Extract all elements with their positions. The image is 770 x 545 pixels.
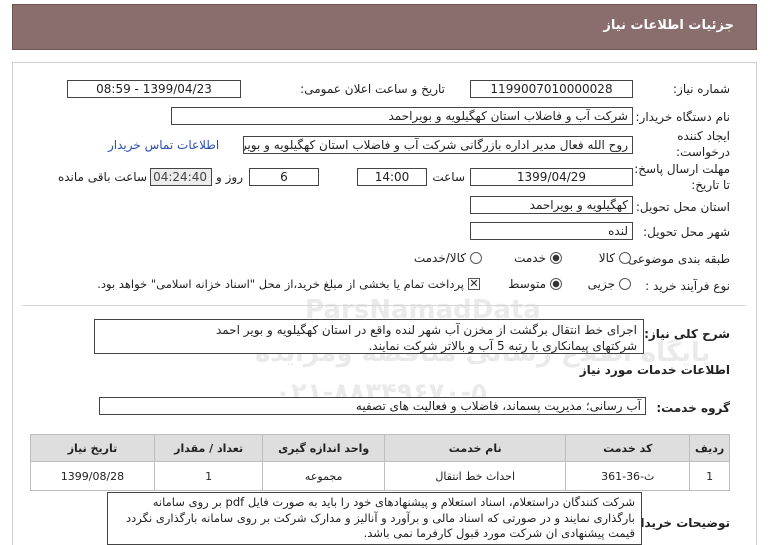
col-header-row-number: ردیف: [689, 434, 730, 462]
buyer-org-field: شرکت آب و فاضلاب استان کهگیلویه و بویراح…: [171, 107, 633, 125]
announce-date-field: 1399/04/23 - 08:59: [67, 80, 241, 98]
services-section-title: اطلاعات خدمات مورد نیاز: [579, 363, 730, 377]
remaining-days-label: روز و: [216, 170, 243, 184]
category-radio-goods-service[interactable]: [470, 252, 482, 264]
col-header-need-date: تاریخ نیاز: [30, 434, 155, 462]
service-group-label: گروه خدمت:: [656, 401, 730, 415]
province-field: کهگیلویه و بویراحمد: [470, 196, 633, 214]
buyer-org-label: نام دستگاه خریدار:: [635, 110, 731, 124]
cell-need-date: 1399/08/28: [30, 461, 155, 491]
buyer-notes-label: توضیحات خریدار:: [628, 516, 730, 530]
process-type-label: نوع فرآیند خرید :: [645, 279, 730, 293]
cell-unit: مجموعه: [262, 461, 386, 491]
deadline-label-line2: تا تاریخ:: [691, 178, 730, 192]
cell-row-number: 1: [689, 461, 730, 491]
cell-service-name: احداث خط انتقال: [384, 461, 567, 491]
category-label: طبقه بندی موضوعی:: [623, 252, 730, 266]
category-radio-goods[interactable]: [619, 252, 631, 264]
buyer-notes-field: شرکت کنندگان دراستعلام، اسناد استعلام و …: [107, 492, 642, 545]
category-radio-service[interactable]: [550, 252, 562, 264]
city-label: شهر محل تحویل:: [643, 225, 730, 239]
services-table: ردیف کد خدمت نام خدمت واحد اندازه گیری ت…: [30, 434, 730, 491]
summary-field: اجرای خط انتقال برگشت از مخزن آب شهر لند…: [94, 319, 644, 354]
remaining-days-field: 6: [249, 168, 319, 186]
process-option-medium: متوسط: [508, 277, 546, 291]
divider: [22, 305, 746, 306]
city-field: لنده: [470, 222, 633, 240]
service-group-field: آب رسانی؛ مدیریت پسماند، فاضلاب و فعالیت…: [99, 397, 646, 415]
table-row: 1 ث-36-361 احداث خط انتقال مجموعه 1 1399…: [30, 461, 730, 491]
col-header-service-code: کد خدمت: [565, 434, 691, 462]
deadline-time-label: ساعت: [432, 170, 465, 184]
creator-label-line2: درخواست:: [676, 145, 730, 159]
need-number-field: 1199007010000028: [470, 80, 633, 98]
process-radio-medium[interactable]: [550, 278, 562, 290]
cell-quantity: 1: [153, 461, 264, 491]
creator-label-line1: ایجاد کننده: [677, 129, 730, 143]
category-option-goods-service: کالا/خدمت: [413, 251, 466, 265]
table-header-row: ردیف کد خدمت نام خدمت واحد اندازه گیری ت…: [30, 434, 730, 462]
summary-line-1: اجرای خط انتقال برگشت از مخزن آب شهر لند…: [215, 323, 637, 337]
remaining-time-field: 04:24:40: [150, 168, 212, 186]
treasury-payment-note: پرداخت تمام یا بخشی از مبلغ خرید،از محل …: [97, 277, 464, 291]
page-title: جزئیات اطلاعات نیاز: [603, 18, 734, 33]
col-header-unit: واحد اندازه گیری: [262, 434, 386, 462]
summary-line-2: شرکتهای پیمانکاری با رتبه 5 آب و بالاتر …: [368, 339, 637, 353]
need-number-label: شماره نیاز:: [673, 82, 730, 96]
province-label: استان محل تحویل:: [635, 200, 730, 214]
deadline-date-field: 1399/04/29: [470, 168, 633, 186]
category-option-goods: کالا: [598, 251, 615, 265]
deadline-label-line1: مهلت ارسال پاسخ:: [634, 162, 730, 176]
cell-service-code: ث-36-361: [565, 461, 691, 491]
col-header-quantity: تعداد / مقدار: [153, 434, 264, 462]
creator-field: روح الله فعال مدیر اداره بازرگانی شرکت آ…: [243, 136, 633, 154]
process-radio-minor[interactable]: [619, 278, 631, 290]
summary-label: شرح کلی نیاز:: [644, 327, 730, 341]
col-header-service-name: نام خدمت: [384, 434, 567, 462]
buyer-contact-link[interactable]: اطلاعات تماس خریدار: [108, 138, 219, 152]
category-option-service: خدمت: [514, 251, 546, 265]
deadline-time-field: 14:00: [357, 168, 427, 186]
announce-date-label: تاریخ و ساعت اعلان عمومی:: [300, 82, 445, 96]
treasury-payment-checkbox[interactable]: ✕: [468, 278, 480, 290]
remaining-time-label: ساعت باقی مانده: [57, 170, 147, 184]
process-option-minor: جزیی: [587, 277, 615, 291]
page-header: جزئیات اطلاعات نیاز: [12, 4, 757, 50]
